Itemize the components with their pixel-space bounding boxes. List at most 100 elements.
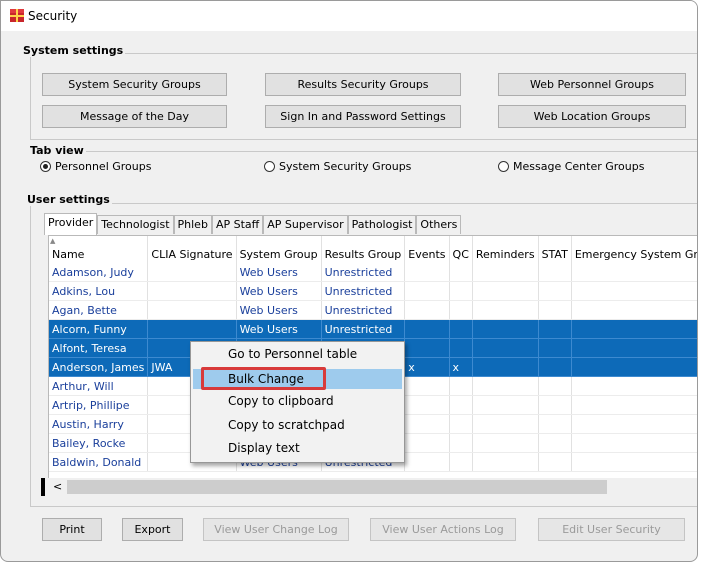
menu-item-go-to-personnel-table[interactable]: Go to Personnel table	[193, 344, 402, 364]
column-header-clia-signature[interactable]: CLIA Signature	[147, 236, 237, 263]
export-button[interactable]: Export	[122, 518, 183, 541]
table-cell[interactable]	[571, 376, 697, 396]
radio-personnel-groups[interactable]: Personnel Groups	[40, 160, 151, 173]
tab-provider[interactable]: Provider	[44, 213, 98, 235]
table-cell[interactable]	[538, 319, 572, 339]
table-cell[interactable]	[449, 263, 473, 282]
table-cell[interactable]	[538, 263, 572, 282]
column-header-results-group[interactable]: Results Group	[321, 236, 406, 263]
column-header-system-group[interactable]: System Group	[236, 236, 322, 263]
table-cell[interactable]	[472, 300, 539, 320]
table-cell[interactable]	[472, 395, 539, 415]
table-cell[interactable]	[571, 433, 697, 453]
table-cell[interactable]: Adamson, Judy	[49, 263, 149, 282]
column-header-qc[interactable]: QC	[449, 236, 473, 263]
print-button[interactable]: Print	[42, 518, 102, 541]
table-cell[interactable]: Alcorn, Funny	[49, 319, 149, 339]
radio-system-security-groups[interactable]: System Security Groups	[264, 160, 411, 173]
table-cell[interactable]	[472, 357, 539, 377]
table-cell[interactable]	[571, 263, 697, 282]
table-row[interactable]: Alcorn, Funny Web Users Unrestricted	[49, 319, 697, 339]
menu-item-copy-to-scratchpad[interactable]: Copy to scratchpad	[193, 415, 402, 435]
table-cell[interactable]	[538, 300, 572, 320]
scrollbar-thumb[interactable]	[67, 480, 607, 494]
table-cell[interactable]: Unrestricted	[321, 281, 406, 301]
table-cell[interactable]: Web Users	[236, 300, 322, 320]
table-row[interactable]: Adamson, Judy Web Users Unrestricted	[49, 263, 697, 282]
table-cell[interactable]	[472, 281, 539, 301]
tab-technologist[interactable]: Technologist	[97, 215, 174, 234]
column-header-reminders[interactable]: Reminders	[472, 236, 539, 263]
table-cell[interactable]: Anderson, James	[49, 357, 149, 377]
table-cell[interactable]: Unrestricted	[321, 319, 406, 339]
title-bar[interactable]: Security	[1, 1, 697, 31]
table-cell[interactable]: Baldwin, Donald	[49, 452, 149, 472]
tab-pathologist[interactable]: Pathologist	[347, 215, 417, 234]
scroll-left-icon[interactable]: <	[53, 480, 62, 493]
table-cell[interactable]	[472, 263, 539, 282]
table-cell[interactable]	[404, 263, 450, 282]
table-cell[interactable]: Arthur, Will	[49, 376, 149, 396]
tab-phleb[interactable]: Phleb	[173, 215, 212, 234]
table-cell[interactable]	[571, 338, 697, 358]
table-cell[interactable]	[571, 281, 697, 301]
table-cell[interactable]: Web Users	[236, 263, 322, 282]
table-cell[interactable]	[147, 300, 237, 320]
table-cell[interactable]: x	[404, 357, 450, 377]
table-cell[interactable]	[449, 433, 473, 453]
table-cell[interactable]	[449, 376, 473, 396]
sign-in-password-settings-button[interactable]: Sign In and Password Settings	[265, 105, 461, 128]
menu-item-display-text[interactable]: Display text	[193, 438, 402, 458]
table-cell[interactable]	[472, 414, 539, 434]
tab-ap-supervisor[interactable]: AP Supervisor	[263, 215, 348, 234]
table-cell[interactable]	[449, 338, 473, 358]
web-personnel-groups-button[interactable]: Web Personnel Groups	[498, 73, 686, 96]
table-cell[interactable]	[538, 338, 572, 358]
table-cell[interactable]	[404, 452, 450, 472]
table-cell[interactable]: Web Users	[236, 281, 322, 301]
table-cell[interactable]	[538, 395, 572, 415]
view-user-actions-log-button[interactable]: View User Actions Log	[370, 518, 516, 541]
table-cell[interactable]	[147, 263, 237, 282]
tab-others[interactable]: Others	[416, 215, 462, 234]
table-cell[interactable]: Adkins, Lou	[49, 281, 149, 301]
table-cell[interactable]	[449, 281, 473, 301]
column-header-emergency-system-group[interactable]: Emergency System Grou	[571, 236, 697, 263]
table-cell[interactable]	[472, 376, 539, 396]
table-row[interactable]: Adkins, Lou Web Users Unrestricted	[49, 281, 697, 301]
table-cell[interactable]	[538, 414, 572, 434]
table-cell[interactable]: Austin, Harry	[49, 414, 149, 434]
system-security-groups-button[interactable]: System Security Groups	[42, 73, 227, 96]
table-cell[interactable]	[538, 433, 572, 453]
table-cell[interactable]	[571, 414, 697, 434]
table-cell[interactable]	[449, 395, 473, 415]
table-cell[interactable]: x	[449, 357, 473, 377]
table-cell[interactable]	[404, 433, 450, 453]
table-cell[interactable]: Unrestricted	[321, 263, 406, 282]
web-location-groups-button[interactable]: Web Location Groups	[498, 105, 686, 128]
table-cell[interactable]	[571, 300, 697, 320]
table-cell[interactable]: Bailey, Rocke	[49, 433, 149, 453]
table-cell[interactable]: Web Users	[236, 319, 322, 339]
radio-message-center-groups[interactable]: Message Center Groups	[498, 160, 644, 173]
table-cell[interactable]	[404, 395, 450, 415]
table-cell[interactable]	[472, 433, 539, 453]
table-cell[interactable]: Artrip, Phillipe	[49, 395, 149, 415]
table-cell[interactable]	[538, 357, 572, 377]
table-cell[interactable]	[147, 319, 237, 339]
table-row[interactable]: Agan, Bette Web Users Unrestricted	[49, 300, 697, 320]
table-cell[interactable]	[472, 319, 539, 339]
table-cell[interactable]	[571, 452, 697, 472]
table-cell[interactable]	[404, 338, 450, 358]
table-cell[interactable]	[571, 357, 697, 377]
table-cell[interactable]: Unrestricted	[321, 300, 406, 320]
table-cell[interactable]	[449, 300, 473, 320]
column-header-events[interactable]: Events	[404, 236, 450, 263]
table-cell[interactable]	[404, 414, 450, 434]
table-cell[interactable]	[449, 319, 473, 339]
results-security-groups-button[interactable]: Results Security Groups	[265, 73, 461, 96]
edit-user-security-button[interactable]: Edit User Security	[538, 518, 685, 541]
view-user-change-log-button[interactable]: View User Change Log	[203, 518, 349, 541]
table-cell[interactable]	[449, 414, 473, 434]
table-cell[interactable]	[404, 281, 450, 301]
